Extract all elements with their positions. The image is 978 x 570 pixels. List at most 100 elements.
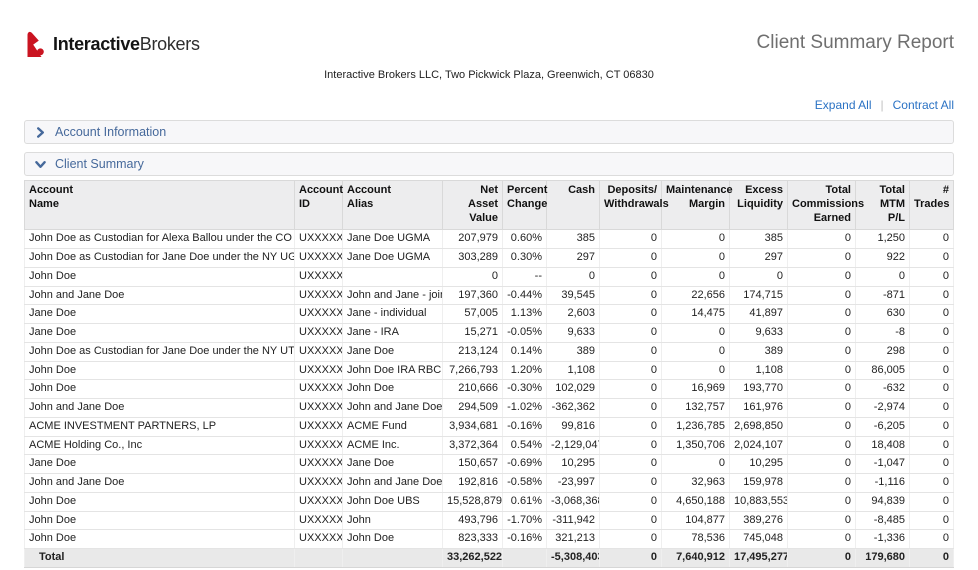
table-cell-maintenance-margin: 0	[662, 361, 730, 380]
column-header-net-asset-value: Net Asset Value	[443, 181, 503, 230]
table-cell-trades: 0	[910, 361, 954, 380]
table-cell-total-commissions-earned: 0	[788, 474, 856, 493]
table-header-row: Account NameAccount IDAccount AliasNet A…	[25, 181, 954, 230]
table-cell-account-alias: Jane Doe UGMA	[343, 230, 443, 249]
interactive-brokers-logo: InteractiveBrokers	[24, 30, 200, 58]
table-cell-account-id: UXXXXXX	[295, 417, 343, 436]
table-cell-net-asset-value: 57,005	[443, 305, 503, 324]
expand-all-link[interactable]: Expand All	[815, 98, 872, 112]
chevron-right-icon	[35, 127, 46, 138]
section-account-information-label: Account Information	[55, 125, 166, 139]
column-header-account-name: Account Name	[25, 181, 295, 230]
table-cell-account-alias: John Doe	[343, 530, 443, 549]
table-cell-total-mtm-pl: 94,839	[856, 492, 910, 511]
table-cell-trades: 0	[910, 474, 954, 493]
table-cell-account-id: UXXXXXX	[295, 530, 343, 549]
table-cell-account-alias: John and Jane Doe	[343, 399, 443, 418]
table-cell-total-commissions-earned: 0	[788, 417, 856, 436]
table-cell-total-commissions-earned: 0	[788, 305, 856, 324]
total-cell-cash: -5,308,403	[547, 549, 600, 568]
table-cell-cash: 0	[547, 267, 600, 286]
table-row: John Doe as Custodian for Alexa Ballou u…	[25, 230, 954, 249]
contract-all-link[interactable]: Contract All	[893, 98, 954, 112]
table-cell-excess-liquidity: 174,715	[730, 286, 788, 305]
table-row: John DoeUXXXXXX0--0000000	[25, 267, 954, 286]
table-row: John DoeUXXXXXXJohn Doe IRA RBC7,266,793…	[25, 361, 954, 380]
table-cell-maintenance-margin: 22,656	[662, 286, 730, 305]
table-cell-cash: 1,108	[547, 361, 600, 380]
table-cell-maintenance-margin: 32,963	[662, 474, 730, 493]
table-row: John DoeUXXXXXXJohn Doe823,333-0.16%321,…	[25, 530, 954, 549]
table-cell-percent-change: -1.70%	[503, 511, 547, 530]
table-cell-account-alias: John Doe UBS	[343, 492, 443, 511]
table-cell-deposits-withdrawals: 0	[600, 380, 662, 399]
column-header-maintenance-margin: Maintenance Margin	[662, 181, 730, 230]
table-cell-percent-change: 1.13%	[503, 305, 547, 324]
table-cell-total-commissions-earned: 0	[788, 361, 856, 380]
table-cell-excess-liquidity: 2,698,850	[730, 417, 788, 436]
table-cell-excess-liquidity: 159,978	[730, 474, 788, 493]
table-cell-total-mtm-pl: -871	[856, 286, 910, 305]
table-cell-maintenance-margin: 0	[662, 230, 730, 249]
table-cell-total-commissions-earned: 0	[788, 324, 856, 343]
table-cell-deposits-withdrawals: 0	[600, 399, 662, 418]
table-cell-excess-liquidity: 10,295	[730, 455, 788, 474]
table-cell-account-id: UXXXXXX	[295, 286, 343, 305]
table-cell-account-alias: John and Jane - joint	[343, 286, 443, 305]
table-cell-total-mtm-pl: -2,974	[856, 399, 910, 418]
table-cell-trades: 0	[910, 492, 954, 511]
total-cell-total-mtm-pl: 179,680	[856, 549, 910, 568]
table-cell-trades: 0	[910, 324, 954, 343]
table-cell-total-commissions-earned: 0	[788, 230, 856, 249]
table-cell-total-mtm-pl: 86,005	[856, 361, 910, 380]
table-cell-account-id: UXXXXXX	[295, 267, 343, 286]
table-cell-total-mtm-pl: -8,485	[856, 511, 910, 530]
section-account-information[interactable]: Account Information	[24, 120, 954, 144]
table-cell-account-id: UXXXXXX	[295, 380, 343, 399]
table-total-row: Total33,262,522-5,308,40307,640,91217,49…	[25, 549, 954, 568]
table-cell-percent-change: -0.16%	[503, 417, 547, 436]
table-cell-account-alias	[343, 267, 443, 286]
table-row: John Doe as Custodian for Jane Doe under…	[25, 342, 954, 361]
column-header-account-id: Account ID	[295, 181, 343, 230]
table-cell-account-alias: ACME Fund	[343, 417, 443, 436]
table-cell-maintenance-margin: 0	[662, 342, 730, 361]
table-cell-percent-change: --	[503, 267, 547, 286]
table-cell-cash: -311,942	[547, 511, 600, 530]
table-cell-total-commissions-earned: 0	[788, 399, 856, 418]
table-cell-account-name: John Doe	[25, 361, 295, 380]
ib-logo-icon	[24, 30, 47, 58]
section-client-summary[interactable]: Client Summary	[24, 152, 954, 176]
table-cell-percent-change: -0.69%	[503, 455, 547, 474]
table-cell-account-name: John Doe as Custodian for Alexa Ballou u…	[25, 230, 295, 249]
table-cell-percent-change: -0.05%	[503, 324, 547, 343]
table-cell-cash: 102,029	[547, 380, 600, 399]
table-cell-net-asset-value: 15,271	[443, 324, 503, 343]
table-cell-deposits-withdrawals: 0	[600, 530, 662, 549]
table-cell-cash: 321,213	[547, 530, 600, 549]
table-cell-deposits-withdrawals: 0	[600, 305, 662, 324]
table-cell-deposits-withdrawals: 0	[600, 436, 662, 455]
table-cell-excess-liquidity: 193,770	[730, 380, 788, 399]
table-cell-cash: 39,545	[547, 286, 600, 305]
column-header-account-alias: Account Alias	[343, 181, 443, 230]
table-cell-account-id: UXXXXXX	[295, 492, 343, 511]
total-cell-percent-change	[503, 549, 547, 568]
table-cell-total-commissions-earned: 0	[788, 342, 856, 361]
total-cell-total-commissions-earned: 0	[788, 549, 856, 568]
column-header-excess-liquidity: Excess Liquidity	[730, 181, 788, 230]
table-cell-net-asset-value: 207,979	[443, 230, 503, 249]
table-row: John and Jane DoeUXXXXXXJohn and Jane Do…	[25, 474, 954, 493]
table-cell-percent-change: 0.54%	[503, 436, 547, 455]
table-cell-total-mtm-pl: -8	[856, 324, 910, 343]
table-cell-net-asset-value: 7,266,793	[443, 361, 503, 380]
table-cell-total-mtm-pl: 298	[856, 342, 910, 361]
table-cell-net-asset-value: 493,796	[443, 511, 503, 530]
table-cell-cash: -23,997	[547, 474, 600, 493]
table-cell-deposits-withdrawals: 0	[600, 417, 662, 436]
table-cell-maintenance-margin: 104,877	[662, 511, 730, 530]
table-cell-trades: 0	[910, 230, 954, 249]
table-cell-cash: -362,362	[547, 399, 600, 418]
table-row: ACME INVESTMENT PARTNERS, LPUXXXXXXACME …	[25, 417, 954, 436]
table-cell-percent-change: 0.61%	[503, 492, 547, 511]
